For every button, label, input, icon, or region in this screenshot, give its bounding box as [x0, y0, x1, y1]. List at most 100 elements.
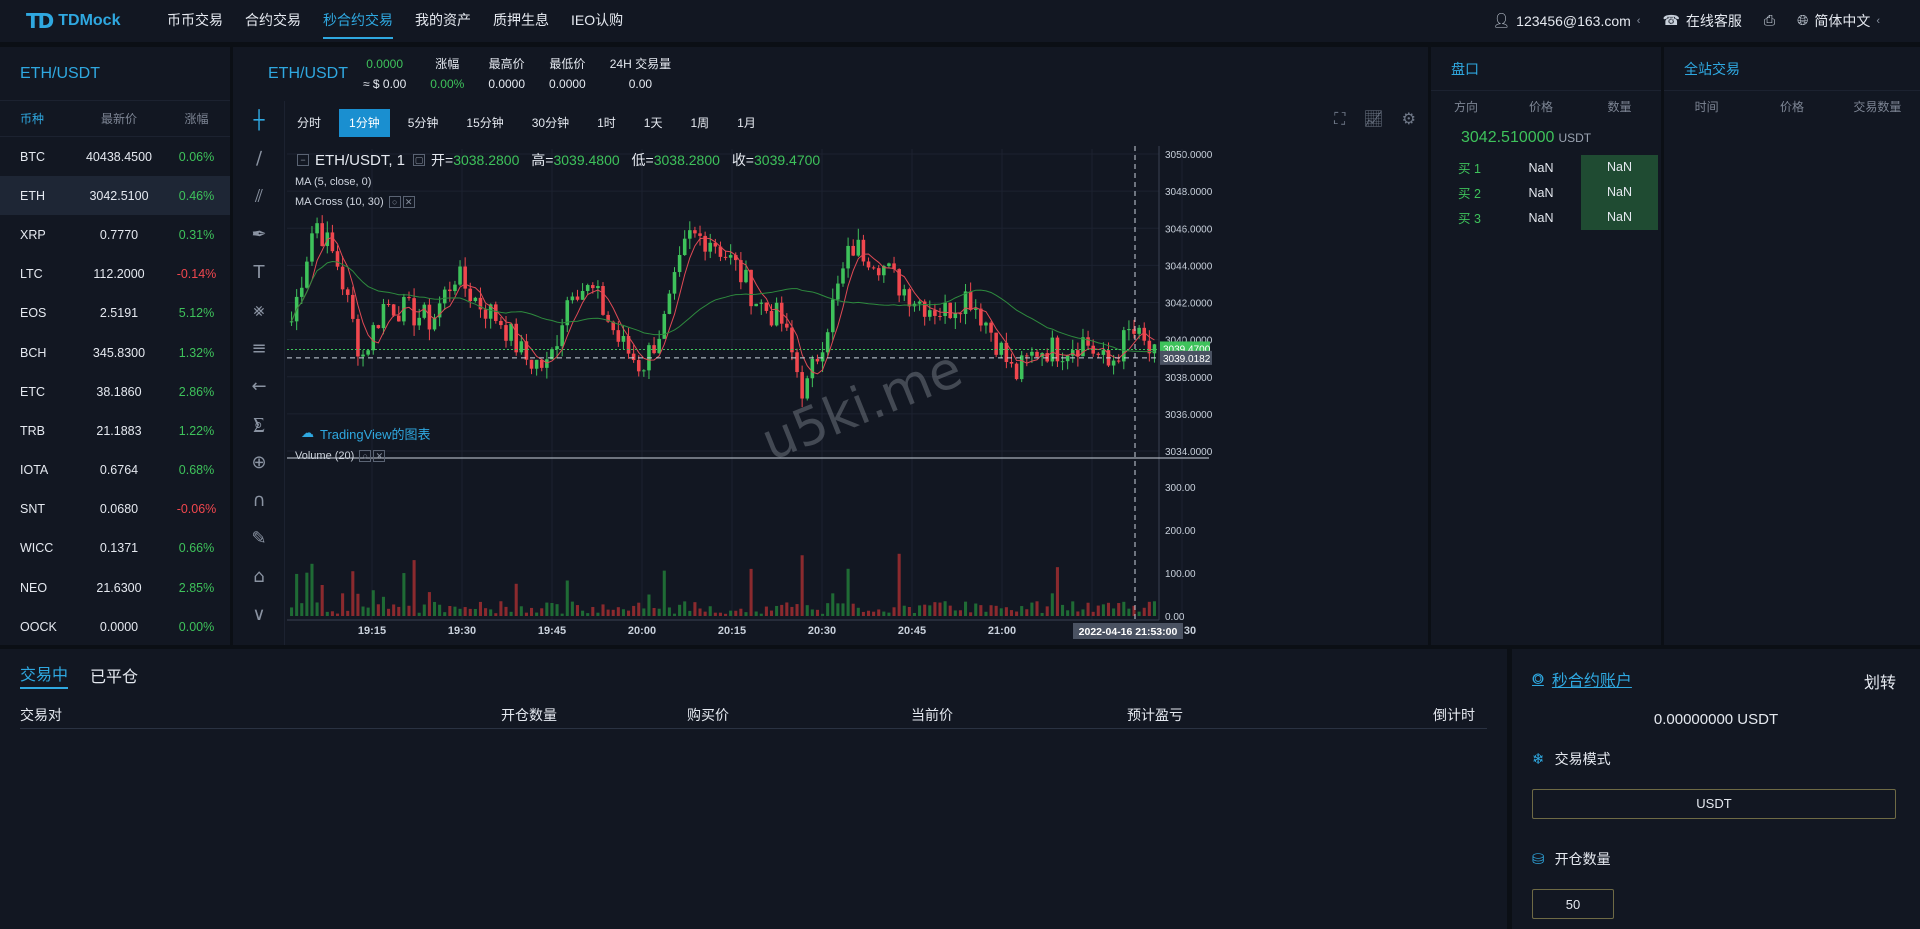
online-service-link[interactable]: ☎ 在线客服: [1662, 11, 1741, 31]
market-row[interactable]: XRP 0.7770 0.31%: [0, 215, 230, 254]
col-trade-price: 价格: [1779, 99, 1804, 114]
lock-drawing-icon[interactable]: ✎: [233, 519, 285, 557]
chart-legend: − ETH/USDT, 1 ▢ 开=3038.2800 高=3039.4800 …: [295, 150, 828, 212]
fullscreen-icon[interactable]: ⛶: [1334, 109, 1345, 129]
print-button[interactable]: ⎙: [1764, 13, 1775, 29]
market-coin: WICC: [20, 541, 54, 556]
indicators-icon[interactable]: 📈︎: [1363, 109, 1383, 129]
language-selector[interactable]: 🌐︎ 简体中文 ‹: [1797, 11, 1880, 31]
market-list-header: 币种 最新价 涨幅: [0, 101, 230, 137]
volume-bar: [938, 602, 942, 616]
market-coin: OOCK: [20, 619, 57, 634]
tradingview-credit[interactable]: ☁ TradingView的图表: [301, 424, 431, 443]
tab-open-trades[interactable]: 交易中: [20, 661, 69, 689]
col-coin: 币种: [20, 112, 45, 126]
volume-bar: [402, 573, 406, 616]
measure-icon[interactable]: ≡: [233, 329, 285, 367]
interval-tick[interactable]: 分时: [287, 109, 331, 137]
brand-logo[interactable]: TD TDMock: [26, 9, 156, 33]
nav-item-staking[interactable]: 质押生息: [482, 0, 560, 43]
text-tool-icon[interactable]: T: [233, 253, 285, 291]
market-row[interactable]: EOS 2.5191 5.12%: [0, 294, 230, 333]
pattern-icon[interactable]: ⨳: [233, 291, 285, 329]
chevron-down-icon[interactable]: ∨: [233, 595, 285, 633]
transfer-button[interactable]: 划转: [1864, 669, 1896, 693]
market-row[interactable]: WICC 0.1371 0.66%: [0, 529, 230, 568]
collapse-icon[interactable]: −: [297, 154, 309, 166]
candle-body: [299, 287, 304, 297]
candle-body: [948, 302, 952, 319]
brush-icon[interactable]: ✒: [233, 215, 285, 253]
volume-tick-label: 100.00: [1165, 569, 1196, 580]
language-label: 简体中文: [1814, 13, 1871, 29]
eye-icon[interactable]: ○: [388, 196, 401, 209]
interval-1m[interactable]: 1分钟: [339, 109, 390, 137]
volume-bar: [928, 605, 932, 616]
candle-body: [785, 323, 789, 328]
interval-30m[interactable]: 30分钟: [522, 109, 579, 137]
market-row[interactable]: BTC 40438.4500 0.06%: [0, 137, 230, 176]
nav-item-assets[interactable]: 我的资产: [404, 0, 482, 43]
ruler-icon[interactable]: ⨊: [233, 405, 285, 443]
interval-1w[interactable]: 1周: [680, 109, 719, 137]
legend-settings-icon[interactable]: ▢: [413, 154, 426, 166]
nav-item-spot[interactable]: 币币交易: [156, 0, 234, 43]
volume-bar: [918, 605, 922, 616]
price-chart[interactable]: 3050.0000 3048.0000 3046.0000 3044.0000 3042…: [287, 146, 1423, 640]
eye-icon[interactable]: ○: [359, 450, 372, 463]
tab-closed-trades[interactable]: 已平仓: [90, 663, 138, 687]
book-price: NaN: [1528, 160, 1554, 175]
settings-icon[interactable]: ⚙: [1402, 109, 1416, 129]
user-menu[interactable]: 👤︎ 123456@163.com ‹: [1492, 13, 1640, 29]
market-change: 2.86%: [178, 384, 215, 399]
market-row[interactable]: ETC 38.1860 2.86%: [0, 372, 230, 411]
pitchfork-icon[interactable]: ⫽: [233, 177, 285, 215]
market-row[interactable]: SNT 0.0680 -0.06%: [0, 490, 230, 529]
book-row[interactable]: 买 2 NaN NaN: [1431, 180, 1661, 205]
candle-body: [448, 289, 452, 292]
nav-item-ieo[interactable]: IEO认购: [560, 0, 634, 43]
candle-body: [805, 378, 810, 399]
book-row[interactable]: 买 1 NaN NaN: [1431, 155, 1661, 180]
time-tick-label: 20:30: [808, 625, 836, 637]
nav-item-contract[interactable]: 合约交易: [234, 0, 312, 43]
interval-1mo[interactable]: 1月: [727, 109, 766, 137]
interval-15m[interactable]: 15分钟: [456, 109, 513, 137]
volume-bar: [708, 606, 712, 616]
market-row[interactable]: ETH 3042.5100 0.46%: [0, 176, 230, 216]
trade-mode-select[interactable]: USDT: [1532, 789, 1896, 819]
close-icon[interactable]: ✕: [402, 196, 415, 209]
volume-bar: [1055, 567, 1059, 616]
volume-bar: [953, 610, 957, 616]
market-row[interactable]: OOCK 0.0000 0.00%: [0, 607, 230, 646]
book-row[interactable]: 买 3 NaN NaN: [1431, 205, 1661, 230]
candle-body: [422, 304, 427, 318]
candle-body: [376, 325, 381, 329]
interval-5m[interactable]: 5分钟: [398, 109, 449, 137]
crosshair-icon[interactable]: ┼: [233, 101, 285, 139]
trades-panel: 全站交易 时间 价格 交易数量: [1664, 47, 1920, 645]
market-row[interactable]: NEO 21.6300 2.85%: [0, 568, 230, 607]
magnet-icon[interactable]: ∩: [233, 481, 285, 519]
candle-body: [345, 289, 350, 295]
col-pair: 交易对: [20, 707, 62, 723]
zoom-in-icon[interactable]: ⊕: [233, 443, 285, 481]
market-row[interactable]: LTC 112.2000 -0.14%: [0, 255, 230, 294]
market-row[interactable]: TRB 21.1883 1.22%: [0, 411, 230, 450]
open-qty-input[interactable]: [1532, 889, 1614, 919]
account-title[interactable]: ⭗ 秒合约账户: [1532, 667, 1632, 691]
volume-bar: [739, 608, 743, 616]
market-row[interactable]: IOTA 0.6764 0.68%: [0, 451, 230, 490]
candle-body: [1101, 350, 1106, 355]
close-icon[interactable]: ✕: [373, 450, 386, 463]
interval-1h[interactable]: 1时: [587, 109, 626, 137]
trend-line-icon[interactable]: ∕: [233, 139, 285, 177]
candle-body: [473, 297, 478, 302]
market-row[interactable]: BCH 345.8300 1.32%: [0, 333, 230, 372]
legend-close-label: 收=: [731, 152, 754, 168]
ticker-high-value: 0.0000: [488, 77, 526, 91]
arrow-left-icon[interactable]: ←: [233, 367, 285, 405]
interval-1d[interactable]: 1天: [634, 109, 673, 137]
nav-item-second-contract[interactable]: 秒合约交易: [312, 0, 404, 43]
lock-icon[interactable]: ⌂: [233, 557, 285, 595]
